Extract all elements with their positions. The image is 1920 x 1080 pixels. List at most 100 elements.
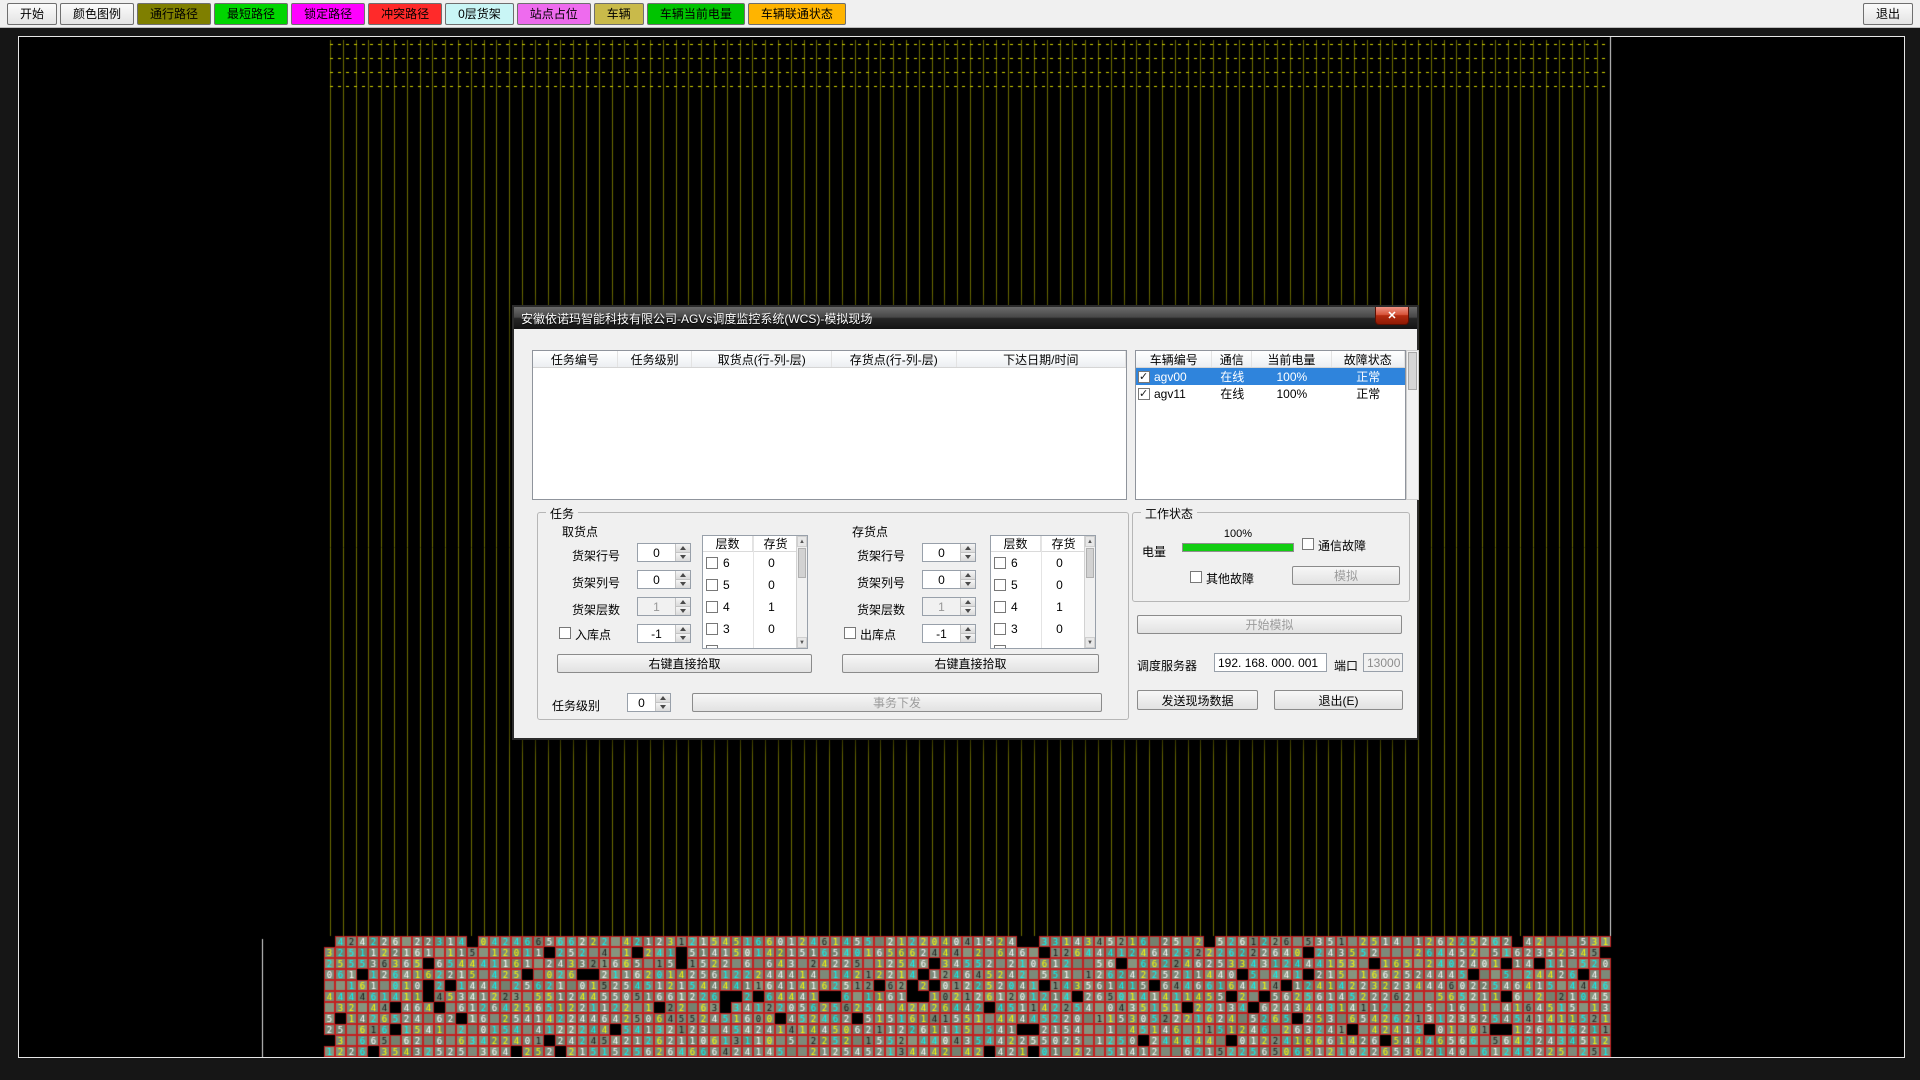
pickup-pick-button[interactable]: 右键直接拾取 [557,654,812,673]
scrollbar-thumb[interactable] [798,548,806,578]
wcs-dialog: 安徽依诺玛智能科技有限公司-AGVs调度监控系统(WCS)-模拟现场 ✕ 任务编… [512,305,1419,740]
layer-checkbox[interactable] [706,557,718,569]
scroll-down-icon[interactable]: ▼ [1085,637,1095,648]
outbound-checkbox[interactable] [844,627,856,639]
task-level-spinner[interactable]: 0 [627,693,671,712]
scroll-up-icon[interactable]: ▲ [797,536,807,547]
col-vehicle-id[interactable]: 车辆编号 [1136,351,1212,367]
layer0-shelf-button[interactable]: 0层货架 [445,3,514,25]
dialog-exit-button[interactable]: 退出(E) [1274,690,1403,710]
layer-table-scrollbar[interactable]: ▲ ▼ [796,536,807,648]
layer-table-scrollbar[interactable]: ▲ ▼ [1084,536,1095,648]
send-field-data-button[interactable]: 发送现场数据 [1137,690,1258,710]
conflict-path-button[interactable]: 冲突路径 [368,3,442,25]
vehicle-checkbox[interactable] [1138,388,1150,400]
layer-checkbox[interactable] [994,557,1006,569]
spin-down-icon[interactable] [676,580,690,588]
pickup-row-spinner[interactable]: 0 [637,543,691,562]
scrollbar-track[interactable] [797,579,807,637]
task-table-body[interactable] [533,368,1126,500]
layer-row[interactable] [703,640,807,649]
layer-row[interactable]: 50 [991,574,1095,596]
spin-up-icon[interactable] [676,571,690,580]
inbound-point-spinner[interactable]: -1 [637,624,691,643]
spin-up-icon[interactable] [656,694,670,703]
layer-checkbox[interactable] [706,645,718,649]
vehicle-connection-button[interactable]: 车辆联通状态 [748,3,846,25]
col-task-level[interactable]: 任务级别 [618,351,693,367]
vehicle-battery-button[interactable]: 车辆当前电量 [647,3,745,25]
start-button[interactable]: 开始 [7,3,57,25]
col-comm[interactable]: 通信 [1212,351,1252,367]
col-layer[interactable]: 层数 [703,536,753,551]
spin-down-icon[interactable] [676,634,690,642]
layer-checkbox[interactable] [706,579,718,591]
col-layer[interactable]: 层数 [991,536,1041,551]
scrollbar-thumb[interactable] [1408,352,1417,390]
scrollbar-thumb[interactable] [1086,548,1094,578]
col-pickup-point[interactable]: 取货点(行-列-层) [692,351,832,367]
pickup-col-spinner[interactable]: 0 [637,570,691,589]
vehicle-button[interactable]: 车辆 [594,3,644,25]
locked-path-button[interactable]: 锁定路径 [291,3,365,25]
layer-checkbox[interactable] [994,645,1006,649]
col-issue-time[interactable]: 下达日期/时间 [957,351,1126,367]
col-fault[interactable]: 故障状态 [1332,351,1405,367]
layer-checkbox[interactable] [994,623,1006,635]
layer-row[interactable] [991,640,1095,649]
layer-row[interactable]: 30 [703,618,807,640]
spin-up-icon[interactable] [961,544,975,553]
task-level-value: 0 [628,694,655,711]
layer-row[interactable]: 30 [991,618,1095,640]
exit-button[interactable]: 退出 [1863,3,1913,25]
spin-up-icon[interactable] [961,625,975,634]
color-legend-button[interactable]: 颜色图例 [60,3,134,25]
other-fault-checkbox[interactable] [1190,571,1202,583]
dispatch-button[interactable]: 事务下发 [692,693,1102,712]
start-simulation-button[interactable]: 开始模拟 [1137,615,1402,634]
scrollbar-track[interactable] [1085,579,1095,637]
work-status-group: 工作状态 [1132,512,1410,602]
spin-down-icon[interactable] [961,553,975,561]
spin-down-icon[interactable] [961,634,975,642]
server-ip-field[interactable]: 192. 168. 000. 001 [1214,653,1327,672]
station-occupancy-button[interactable]: 站点占位 [517,3,591,25]
layer-checkbox[interactable] [994,601,1006,613]
spin-down-icon[interactable] [676,553,690,561]
passage-path-button[interactable]: 通行路径 [137,3,211,25]
spin-up-icon[interactable] [676,544,690,553]
col-battery[interactable]: 当前电量 [1252,351,1331,367]
col-stock[interactable]: 存货 [753,536,798,551]
shortest-path-button[interactable]: 最短路径 [214,3,288,25]
dialog-titlebar[interactable]: 安徽依诺玛智能科技有限公司-AGVs调度监控系统(WCS)-模拟现场 [514,307,1417,329]
comm-fault-checkbox[interactable] [1302,538,1314,550]
vehicle-row[interactable]: agv11 在线 100% 正常 [1136,385,1405,402]
simulate-button[interactable]: 模拟 [1292,566,1400,585]
close-button[interactable]: ✕ [1375,307,1409,325]
layer-checkbox[interactable] [994,579,1006,591]
col-storage-point[interactable]: 存货点(行-列-层) [832,351,957,367]
vehicle-row[interactable]: agv00 在线 100% 正常 [1136,368,1405,385]
vehicle-table-scrollbar[interactable] [1406,350,1419,500]
spin-down-icon[interactable] [961,580,975,588]
layer-row[interactable]: 41 [703,596,807,618]
col-stock[interactable]: 存货 [1041,536,1086,551]
layer-row[interactable]: 50 [703,574,807,596]
spin-up-icon[interactable] [676,625,690,634]
layer-row[interactable]: 60 [991,552,1095,574]
inbound-checkbox[interactable] [559,627,571,639]
layer-row[interactable]: 41 [991,596,1095,618]
layer-checkbox[interactable] [706,623,718,635]
spin-down-icon[interactable] [656,703,670,711]
layer-checkbox[interactable] [706,601,718,613]
scroll-down-icon[interactable]: ▼ [797,637,807,648]
vehicle-checkbox[interactable] [1138,371,1150,383]
spin-up-icon[interactable] [961,571,975,580]
outbound-point-spinner[interactable]: -1 [922,624,976,643]
col-task-id[interactable]: 任务编号 [533,351,618,367]
layer-row[interactable]: 60 [703,552,807,574]
storage-row-spinner[interactable]: 0 [922,543,976,562]
scroll-up-icon[interactable]: ▲ [1085,536,1095,547]
storage-col-spinner[interactable]: 0 [922,570,976,589]
storage-pick-button[interactable]: 右键直接拾取 [842,654,1099,673]
